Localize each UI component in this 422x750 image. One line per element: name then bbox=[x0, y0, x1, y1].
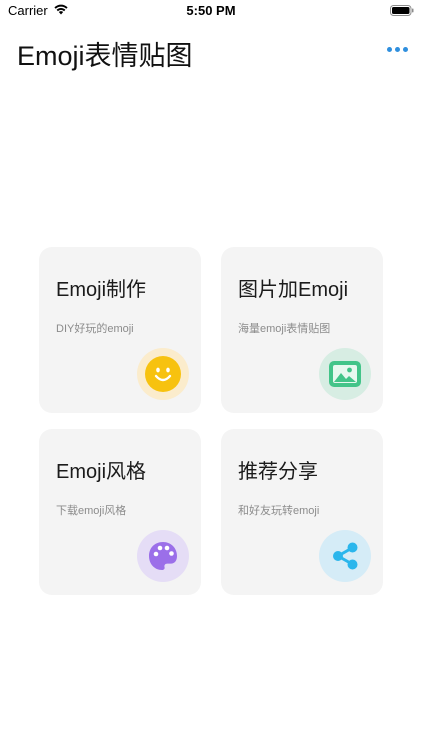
page-title: Emoji表情贴图 bbox=[17, 41, 193, 71]
card-recommend-share[interactable]: 推荐分享 和好友玩转emoji bbox=[221, 429, 383, 595]
card-title: Emoji风格 bbox=[56, 461, 147, 483]
more-options-button[interactable] bbox=[384, 40, 410, 58]
card-subtitle: 和好友玩转emoji bbox=[238, 505, 320, 517]
card-emoji-style[interactable]: Emoji风格 下载emoji风格 bbox=[39, 429, 201, 595]
share-icon bbox=[319, 530, 371, 582]
ellipsis-icon bbox=[386, 46, 392, 52]
card-image-add-emoji[interactable]: 图片加Emoji 海量emoji表情贴图 bbox=[221, 247, 383, 413]
ellipsis-icon bbox=[402, 46, 408, 52]
card-subtitle: DIY好玩的emoji bbox=[56, 323, 134, 335]
palette-icon bbox=[137, 530, 189, 582]
ellipsis-icon bbox=[394, 46, 400, 52]
smiley-face-icon bbox=[137, 348, 189, 400]
card-title: 图片加Emoji bbox=[238, 279, 349, 301]
card-emoji-create[interactable]: Emoji制作 DIY好玩的emoji bbox=[39, 247, 201, 413]
card-title: 推荐分享 bbox=[238, 461, 318, 483]
battery-icon bbox=[390, 5, 414, 16]
clock-time: 5:50 PM bbox=[186, 3, 236, 18]
card-subtitle: 海量emoji表情贴图 bbox=[238, 323, 331, 335]
card-subtitle: 下载emoji风格 bbox=[56, 505, 127, 517]
app-screen: Carrier 5:50 PM Emoji表情贴图 Emoji制作 DIY好玩的… bbox=[0, 0, 422, 750]
image-icon bbox=[319, 348, 371, 400]
card-title: Emoji制作 bbox=[56, 279, 147, 301]
status-bar: Carrier 5:50 PM bbox=[0, 0, 422, 22]
